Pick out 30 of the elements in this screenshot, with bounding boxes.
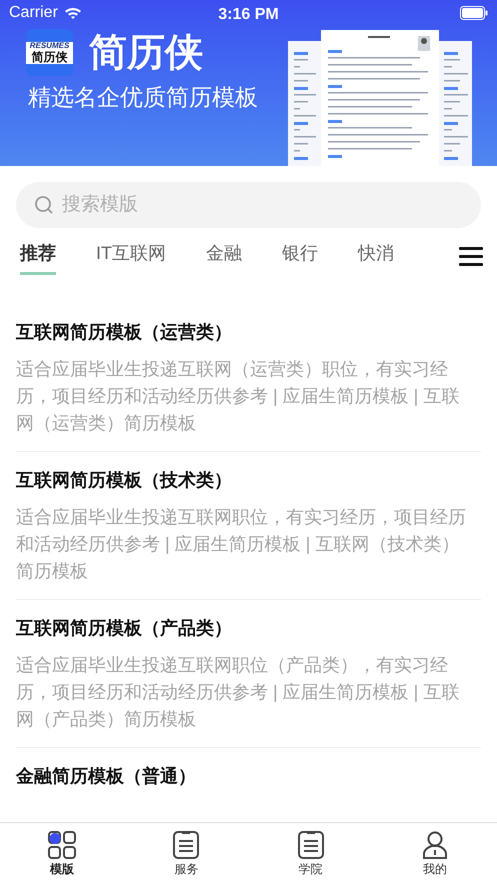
category-tab[interactable]: 快消 <box>358 240 394 275</box>
tab-bar-item[interactable]: 学院 <box>248 823 373 883</box>
document-icon <box>173 831 200 859</box>
category-tab[interactable]: 推荐 <box>20 240 56 275</box>
template-title[interactable]: 金融简历模板（普通） <box>16 762 481 790</box>
person-icon <box>422 831 448 859</box>
time-label: 3:16 PM <box>218 5 279 25</box>
category-tab[interactable]: IT互联网 <box>96 240 166 275</box>
tab-bar-item[interactable]: 服务 <box>124 823 248 883</box>
tab-bar-item[interactable]: 我的 <box>372 823 497 883</box>
template-description: 适合应届毕业生投递互联网（运营类）职位，有实习经历，项目经历和活动经历供参考 | 应届生简历模板 | 互联网（运营类）简历模板 <box>16 358 460 435</box>
document-icon <box>298 831 324 859</box>
logo-text: 简历侠 <box>26 50 73 64</box>
tab-bar-item[interactable]: 模版 <box>0 823 124 883</box>
category-tab[interactable]: 银行 <box>282 240 318 275</box>
search-field[interactable]: 搜索模版 <box>16 182 481 228</box>
wifi-icon <box>64 6 82 20</box>
carrier-label: Carrier <box>9 2 58 22</box>
app-title: 简历侠 <box>89 31 203 76</box>
grid-icon <box>48 831 76 859</box>
template-title[interactable]: 互联网简历模板（产品类） <box>16 614 481 642</box>
app-subtitle: 精选名企优质简历模板 <box>28 83 258 112</box>
template-description: 适合应届毕业生投递互联网职位，有实习经历，项目经历和活动经历供参考 | 应届生简历模板 | 互联网（技术类）简历模板 <box>16 506 467 583</box>
logo-text: RESUMES <box>26 42 73 50</box>
template-title[interactable]: 互联网简历模板（运营类） <box>16 318 481 346</box>
category-tab[interactable]: 金融 <box>206 240 242 275</box>
battery-icon <box>460 6 488 20</box>
template-description: 适合应届毕业生投递互联网职位（产品类），有实习经历，项目经历和活动经历供参考 | 应届生简历模板 | 互联网（产品类）简历模板 <box>16 654 460 731</box>
menu-icon[interactable] <box>459 246 483 266</box>
template-title[interactable]: 互联网简历模板（技术类） <box>16 466 481 494</box>
